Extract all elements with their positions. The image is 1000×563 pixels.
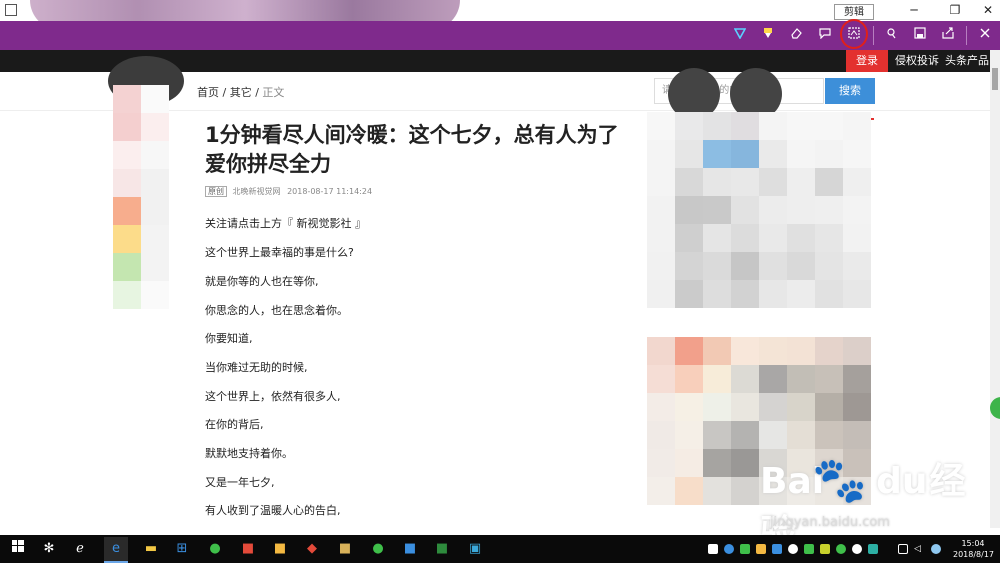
- ballpoint-pen-icon[interactable]: [727, 21, 753, 50]
- notification-bell-icon[interactable]: [788, 544, 798, 554]
- tray-icon[interactable]: [708, 544, 718, 554]
- app-yellow-icon[interactable]: ■: [268, 537, 292, 561]
- start-icon[interactable]: [6, 537, 30, 561]
- article-paragraph: 又是一年七夕,: [205, 476, 275, 489]
- article-meta: 原创 北晚新视觉网 2018-08-17 11:14:24: [205, 186, 372, 197]
- file-explorer-icon[interactable]: ▬: [139, 537, 163, 561]
- tray-icon[interactable]: [724, 544, 734, 554]
- maximize-button[interactable]: ❐: [944, 2, 966, 18]
- article-paragraph: 默默地支持着你。: [205, 447, 293, 460]
- article-source[interactable]: 北晚新视觉网: [233, 187, 281, 196]
- tray-icon[interactable]: [772, 544, 782, 554]
- clock-time: 15:04: [961, 539, 985, 548]
- tray-icon[interactable]: [868, 544, 878, 554]
- search-button[interactable]: 搜索: [825, 78, 875, 104]
- breadcrumb-category[interactable]: 其它: [230, 86, 252, 99]
- minimize-button[interactable]: ─: [903, 2, 925, 18]
- toolbar-divider: [873, 26, 874, 45]
- breadcrumb-current: 正文: [262, 86, 285, 99]
- share-icon[interactable]: [935, 21, 961, 50]
- scrollbar-thumb[interactable]: [992, 68, 998, 90]
- app-gold-icon[interactable]: ■: [333, 537, 357, 561]
- close-window-button[interactable]: ✕: [977, 2, 999, 18]
- article-paragraph: 就是你等的人也在等你,: [205, 275, 319, 288]
- breadcrumb-home[interactable]: 首页: [197, 86, 219, 99]
- exit-icon[interactable]: [972, 21, 998, 50]
- pinwheel-app-icon[interactable]: ✻: [37, 537, 61, 561]
- clip-tooltip: 剪辑: [834, 4, 874, 20]
- excel-icon[interactable]: ■: [430, 537, 454, 561]
- app-blue-icon[interactable]: ■: [398, 537, 422, 561]
- tray-icon[interactable]: [836, 544, 846, 554]
- tray-icon[interactable]: [740, 544, 750, 554]
- login-button[interactable]: 登录: [846, 50, 888, 72]
- qq-icon[interactable]: ◆: [300, 537, 324, 561]
- app-green-icon[interactable]: ●: [366, 537, 390, 561]
- baidu-paw-icon: 🐾: [812, 455, 867, 506]
- edge-browser-icon[interactable]: e: [104, 537, 128, 563]
- taskbar-clock[interactable]: 15:04 2018/8/17: [953, 538, 995, 560]
- breadcrumb-separator: /: [219, 86, 230, 99]
- toolbar-divider: [966, 26, 967, 45]
- watermark-brand-tail: du: [876, 461, 928, 502]
- original-badge: 原创: [205, 186, 227, 197]
- ie-browser-icon[interactable]: ℯ: [68, 537, 92, 561]
- blurred-share-bar: [113, 85, 169, 309]
- clock-date: 2018/8/17: [953, 550, 995, 559]
- article-paragraph: 在你的背后,: [205, 418, 264, 431]
- red-annotation-circle: [840, 19, 868, 49]
- article-time: 2018-08-17 11:14:24: [287, 187, 373, 196]
- breadcrumb: 首页 / 其它 / 正文: [197, 84, 284, 100]
- wechat-icon[interactable]: ●: [203, 537, 227, 561]
- window-menu-icon[interactable]: [5, 4, 17, 16]
- wechat-tray-icon[interactable]: [852, 544, 862, 554]
- tray-icon[interactable]: [820, 544, 830, 554]
- article-paragraph: 这个世界上，依然有很多人,: [205, 390, 341, 403]
- watermark-url: jingyan.baidu.com: [770, 515, 890, 530]
- breadcrumb-separator: /: [251, 86, 263, 99]
- products-link[interactable]: 头条产品: [945, 50, 989, 72]
- article-paragraph: 这个世界上最幸福的事是什么?: [205, 246, 354, 259]
- add-note-icon[interactable]: [812, 21, 838, 50]
- network-icon[interactable]: [898, 544, 908, 554]
- highlighter-icon[interactable]: [755, 21, 781, 50]
- article-paragraph: 有人收到了温暖人心的告白,: [205, 504, 341, 517]
- touch-writing-icon[interactable]: [879, 21, 905, 50]
- article-paragraph: 你思念的人，也在思念着你。: [205, 304, 348, 317]
- article-paragraph: 当你难过无助的时候,: [205, 361, 308, 374]
- eraser-icon[interactable]: [783, 21, 809, 50]
- input-method-icon[interactable]: [931, 544, 941, 554]
- save-icon[interactable]: [907, 21, 933, 50]
- blurred-sidebar-upper: [647, 112, 871, 308]
- report-link[interactable]: 侵权投诉: [895, 50, 939, 72]
- app-red-icon[interactable]: ■: [236, 537, 260, 561]
- tray-icon[interactable]: [756, 544, 766, 554]
- app-screen-icon[interactable]: ▣: [463, 537, 487, 561]
- store-icon[interactable]: ⊞: [170, 537, 194, 561]
- article-title: 1分钟看尽人间冷暖：这个七夕，总有人为了爱你拼尽全力: [205, 123, 619, 176]
- shield-icon[interactable]: [804, 544, 814, 554]
- volume-icon[interactable]: ◁: [914, 544, 924, 554]
- article-paragraph: 关注请点击上方『 新视觉影社 』: [205, 217, 366, 230]
- article-paragraph: 你要知道,: [205, 332, 253, 345]
